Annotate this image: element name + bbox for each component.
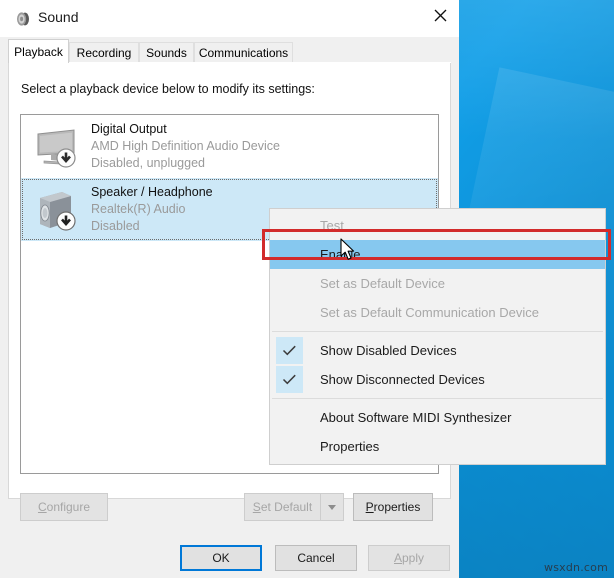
- button-label: Properties: [365, 500, 421, 514]
- button-label: Set Default: [252, 500, 313, 514]
- menu-item-label: Show Disabled Devices: [320, 343, 457, 358]
- ok-button[interactable]: OK: [180, 545, 262, 571]
- device-name: Digital Output: [91, 122, 167, 136]
- title-bar: Sound: [0, 0, 459, 37]
- tab-recording[interactable]: Recording: [69, 42, 139, 63]
- menu-item-label: Set as Default Device: [320, 276, 446, 291]
- checkmark-icon: [276, 366, 303, 393]
- device-name: Speaker / Headphone: [91, 185, 213, 199]
- menu-item-label: Enable: [320, 247, 361, 262]
- checkmark-icon: [276, 337, 303, 364]
- menu-item-show-disabled-devices[interactable]: Show Disabled Devices: [270, 336, 605, 365]
- device-info: Speaker / Headphone Realtek(R) Audio Dis…: [91, 184, 213, 235]
- menu-item-label: Show Disconnected Devices: [320, 372, 485, 387]
- menu-item-set-as-default-device[interactable]: Set as Default Device: [270, 269, 605, 298]
- button-label: Cancel: [297, 551, 335, 565]
- monitor-icon: [34, 125, 80, 169]
- menu-item-show-disconnected-devices[interactable]: Show Disconnected Devices: [270, 365, 605, 394]
- button-label: OK: [212, 551, 230, 565]
- button-label: Apply: [393, 551, 425, 565]
- tab-label: Playback: [14, 44, 63, 59]
- menu-item-label: Set as Default Communication Device: [320, 305, 539, 320]
- tab-sounds[interactable]: Sounds: [139, 42, 194, 63]
- device-status: Disabled: [91, 219, 140, 233]
- tab-playback[interactable]: Playback: [8, 39, 69, 63]
- menu-item-about-software-midi-synthesizer[interactable]: About Software MIDI Synthesizer: [270, 403, 605, 432]
- set-default-button[interactable]: Set Default: [244, 493, 320, 521]
- configure-button[interactable]: Configure: [20, 493, 108, 521]
- properties-button[interactable]: Properties: [353, 493, 433, 521]
- device-status: Disabled, unplugged: [91, 156, 205, 170]
- menu-separator: [272, 331, 603, 332]
- close-icon[interactable]: [421, 0, 459, 30]
- tab-label: Communications: [198, 46, 289, 60]
- device-info: Digital Output AMD High Definition Audio…: [91, 121, 280, 172]
- speaker-box-icon: [34, 188, 80, 232]
- menu-item-label: About Software MIDI Synthesizer: [320, 410, 512, 425]
- device-description: Realtek(R) Audio: [91, 202, 186, 216]
- tab-underline: [8, 62, 451, 63]
- menu-item-label: Properties: [320, 439, 380, 454]
- site-watermark: wsxdn.com: [544, 561, 608, 574]
- tab-communications[interactable]: Communications: [194, 42, 293, 63]
- apply-button[interactable]: Apply: [368, 545, 450, 571]
- menu-item-set-as-default-communication-device[interactable]: Set as Default Communication Device: [270, 298, 605, 327]
- button-label: Configure: [37, 500, 91, 514]
- window-title: Sound: [38, 9, 79, 25]
- speaker-icon: [14, 10, 32, 28]
- menu-item-properties[interactable]: Properties: [270, 432, 605, 461]
- device-description: AMD High Definition Audio Device: [91, 139, 280, 153]
- context-menu: Test Enable Set as Default Device Set as…: [269, 208, 606, 465]
- list-item[interactable]: Digital Output AMD High Definition Audio…: [21, 115, 438, 178]
- menu-separator: [272, 398, 603, 399]
- menu-item-enable[interactable]: Enable: [270, 240, 605, 269]
- menu-item-label: Test: [320, 218, 344, 233]
- chevron-down-icon: [328, 504, 336, 510]
- tab-label: Sounds: [146, 46, 187, 60]
- tab-strip: Playback Recording Sounds Communications: [0, 37, 459, 63]
- tab-label: Recording: [76, 46, 132, 60]
- set-default-dropdown-arrow-icon[interactable]: [320, 493, 344, 521]
- menu-item-test[interactable]: Test: [270, 211, 605, 240]
- cancel-button[interactable]: Cancel: [275, 545, 357, 571]
- prompt-text: Select a playback device below to modify…: [21, 82, 315, 96]
- screen: wsxdn.com Sound Playback Recording Sound…: [0, 0, 614, 578]
